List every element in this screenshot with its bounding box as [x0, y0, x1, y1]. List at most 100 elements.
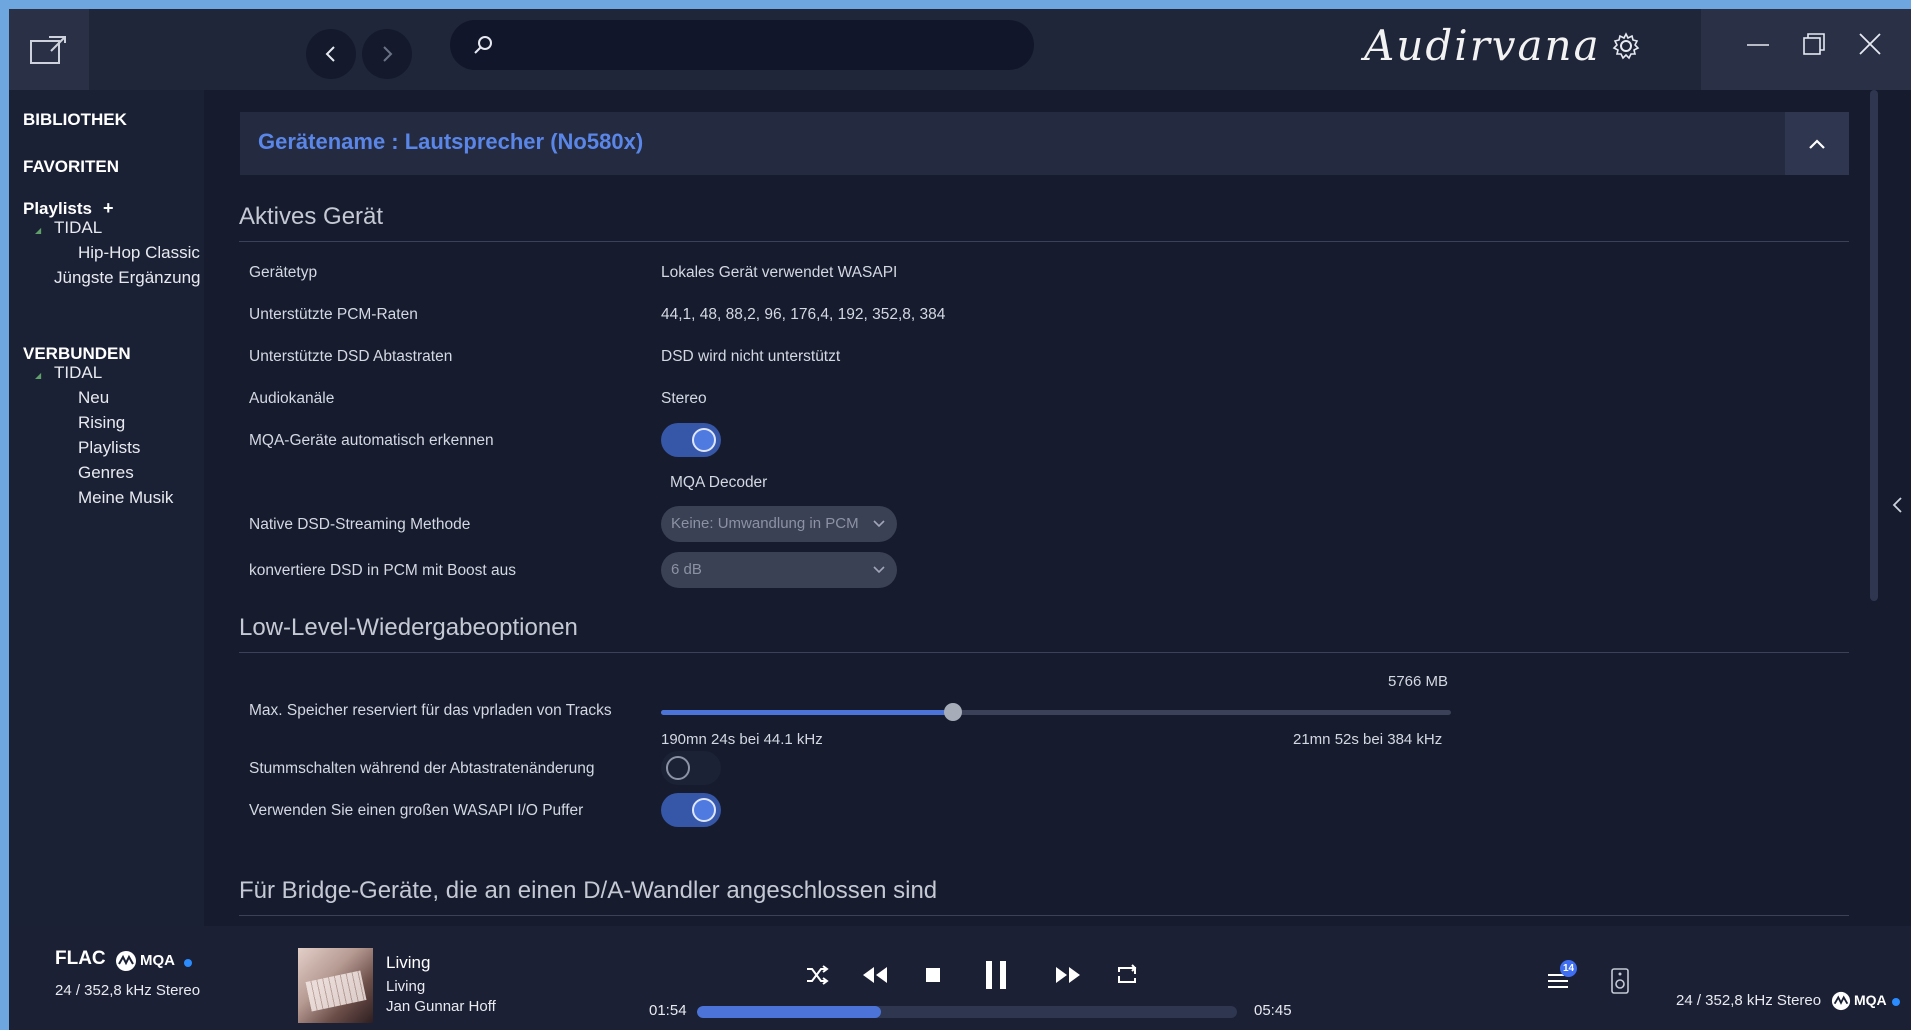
sidebar-item-meine-musik[interactable]: Meine Musik	[78, 488, 173, 508]
divider	[239, 652, 1849, 653]
rate-left: 24 / 352,8 kHz Stereo	[55, 982, 201, 999]
elapsed-time: 01:54	[649, 1002, 687, 1019]
convert-dsd-select-value: 6 dB	[671, 561, 702, 578]
track-title[interactable]: Living	[386, 953, 430, 973]
format-label: FLAC	[55, 948, 106, 969]
sidebar-item-recent-additions[interactable]: Jüngste Ergänzung	[54, 268, 201, 288]
expand-triangle-icon[interactable]: ◢	[35, 371, 41, 380]
restore-icon[interactable]	[1801, 31, 1827, 57]
collapse-button[interactable]	[1785, 112, 1849, 175]
forward-button[interactable]	[362, 29, 412, 79]
device-type-label: Gerätetyp	[249, 264, 318, 281]
minimize-icon[interactable]	[1745, 31, 1771, 57]
device-title: Gerätename : Lautsprecher (No580x)	[258, 129, 644, 154]
chevron-down-icon	[873, 520, 885, 528]
scrollbar-thumb[interactable]	[1870, 90, 1878, 601]
search-icon	[474, 36, 492, 54]
chevron-down-icon	[873, 566, 885, 574]
mute-label: Stummschalten während der Abtastratenänd…	[249, 760, 595, 777]
search-box[interactable]	[450, 20, 1034, 70]
native-dsd-select-value: Keine: Umwandlung in PCM	[671, 515, 859, 532]
gear-icon[interactable]	[1611, 31, 1641, 61]
slider-fill	[661, 710, 953, 715]
wasapi-buffer-toggle[interactable]	[661, 793, 721, 827]
device-header: Gerätename : Lautsprecher (No580x)	[240, 112, 1849, 175]
close-icon[interactable]	[1857, 31, 1883, 57]
max-memory-value: 5766 MB	[1388, 673, 1449, 690]
section-title-bridge: Für Bridge-Geräte, die an einen D/A-Wand…	[239, 877, 938, 904]
queue-count-badge: 14	[1560, 960, 1577, 977]
sidebar-item-tidal-playlists[interactable]: Playlists	[78, 438, 140, 458]
expand-triangle-icon[interactable]: ◢	[35, 226, 41, 235]
toggle-knob	[692, 798, 716, 822]
mqa-detect-toggle[interactable]	[661, 423, 721, 457]
slider-min-note: 190mn 24s bei 44.1 kHz	[661, 731, 823, 748]
audio-channels-value: Stereo	[661, 390, 707, 407]
native-dsd-select[interactable]: Keine: Umwandlung in PCM	[661, 506, 897, 542]
top-left-block	[9, 9, 89, 90]
top-bar: Audirvana	[9, 9, 1911, 90]
mqa-status-dot	[184, 959, 192, 967]
chevron-left-icon[interactable]	[1891, 496, 1905, 514]
mqa-decoder-label: MQA Decoder	[670, 474, 768, 491]
window-controls	[1701, 9, 1911, 90]
dsd-rates-label: Unterstützte DSD Abtastraten	[249, 348, 453, 365]
sidebar-item-tidal[interactable]: TIDAL	[54, 363, 102, 383]
speaker-icon[interactable]	[1611, 968, 1629, 994]
mqa-status-dot	[1892, 998, 1900, 1006]
mqa-logo-icon	[116, 951, 136, 971]
mqa-label-right: MQA	[1854, 992, 1887, 1008]
section-title-active-device: Aktives Gerät	[239, 203, 384, 230]
sidebar-item-hip-hop-classic[interactable]: Hip-Hop Classic	[78, 243, 200, 263]
divider	[239, 241, 1849, 242]
audio-channels-label: Audiokanäle	[249, 390, 335, 407]
fast-forward-icon[interactable]	[1055, 966, 1081, 984]
chevron-right-icon	[383, 46, 393, 62]
mqa-logo-icon	[1831, 991, 1851, 1011]
sidebar-item-playlists[interactable]: Playlists	[23, 199, 92, 219]
main-scrollbar[interactable]	[1870, 90, 1878, 926]
rate-right: 24 / 352,8 kHz Stereo	[1676, 992, 1822, 1009]
external-window-icon[interactable]	[29, 33, 69, 67]
player-bar: FLAC MQA 24 / 352,8 kHz Stereo Living Li…	[9, 926, 1911, 1030]
pause-icon[interactable]	[983, 959, 1009, 991]
repeat-icon[interactable]	[1115, 964, 1139, 986]
shuffle-icon[interactable]	[805, 965, 829, 985]
track-artist[interactable]: Jan Gunnar Hoff	[386, 998, 496, 1015]
playback-progress[interactable]	[697, 1006, 1237, 1018]
album-art-keys	[305, 970, 367, 1012]
convert-dsd-select[interactable]: 6 dB	[661, 552, 897, 588]
sidebar-item-verbunden[interactable]: VERBUNDEN	[23, 344, 131, 364]
mute-toggle[interactable]	[661, 751, 721, 785]
pcm-rates-value: 44,1, 48, 88,2, 96, 176,4, 192, 352,8, 3…	[661, 306, 946, 323]
track-album[interactable]: Living	[386, 978, 425, 995]
back-button[interactable]	[306, 29, 356, 79]
chevron-up-icon	[1809, 139, 1825, 149]
stop-icon[interactable]	[924, 966, 942, 984]
wasapi-buffer-label: Verwenden Sie einen großen WASAPI I/O Pu…	[249, 802, 584, 819]
slider-max-note: 21mn 52s bei 384 kHz	[1293, 731, 1443, 748]
progress-fill	[697, 1006, 881, 1018]
mqa-detect-label: MQA-Geräte automatisch erkennen	[249, 432, 494, 449]
sidebar-item-playlists-tidal[interactable]: TIDAL	[54, 218, 102, 238]
chevron-left-icon	[325, 46, 335, 62]
toggle-knob	[666, 756, 690, 780]
slider-handle[interactable]	[944, 703, 962, 721]
sidebar-item-rising[interactable]: Rising	[78, 413, 125, 433]
sidebar-item-bibliothek[interactable]: BIBLIOTHEK	[23, 110, 127, 130]
sidebar-item-favoriten[interactable]: FAVORITEN	[23, 157, 119, 177]
rewind-icon[interactable]	[862, 966, 888, 984]
brand-logo: Audirvana	[1364, 21, 1601, 70]
max-memory-label: Max. Speicher reserviert für das vprlade…	[249, 702, 612, 719]
album-art[interactable]	[298, 948, 373, 1023]
device-type-value: Lokales Gerät verwendet WASAPI	[661, 264, 898, 281]
add-playlist-button[interactable]: +	[103, 198, 114, 219]
section-title-low-level: Low-Level-Wiedergabeoptionen	[239, 614, 578, 641]
total-time: 05:45	[1254, 1002, 1292, 1019]
native-dsd-label: Native DSD-Streaming Methode	[249, 516, 471, 533]
search-input[interactable]	[506, 30, 1006, 60]
sidebar-item-genres[interactable]: Genres	[78, 463, 134, 483]
sidebar-item-neu[interactable]: Neu	[78, 388, 109, 408]
toggle-knob	[692, 428, 716, 452]
max-memory-slider[interactable]	[661, 703, 1451, 721]
